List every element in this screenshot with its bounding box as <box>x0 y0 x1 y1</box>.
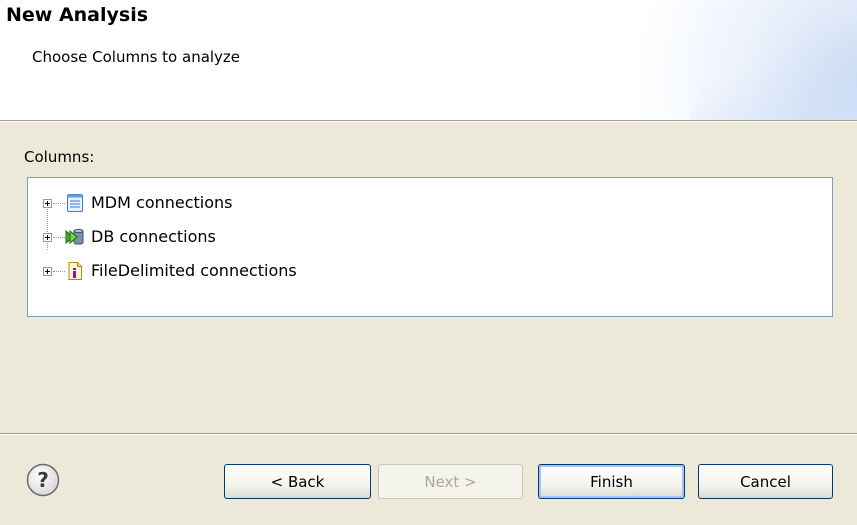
db-connection-icon <box>65 228 84 245</box>
wizard-title: New Analysis <box>6 4 149 26</box>
help-icon[interactable]: ? <box>26 463 60 497</box>
wizard-header: New Analysis Choose Columns to analyze <box>0 0 857 120</box>
tree-item-label: MDM connections <box>91 193 233 212</box>
columns-label: Columns: <box>24 148 95 166</box>
tree-connector <box>53 271 65 272</box>
expand-icon[interactable] <box>43 267 52 276</box>
next-button[interactable]: Next > <box>378 464 523 499</box>
tree-connector <box>53 237 65 238</box>
back-button[interactable]: < Back <box>224 464 371 499</box>
tree-item-label: DB connections <box>91 227 216 246</box>
tree-item-db-connections[interactable]: DB connections <box>28 225 832 255</box>
mdm-connection-icon <box>67 194 83 212</box>
finish-button[interactable]: Finish <box>538 464 685 499</box>
columns-tree[interactable]: MDM connections DB connections FileDelim… <box>27 177 833 317</box>
cancel-button[interactable]: Cancel <box>698 464 833 499</box>
tree-item-mdm-connections[interactable]: MDM connections <box>28 191 832 221</box>
expand-icon[interactable] <box>43 199 52 208</box>
tree-connector <box>53 203 65 204</box>
header-separator-highlight <box>0 121 857 122</box>
footer-separator-highlight <box>0 434 857 435</box>
wizard-subtitle: Choose Columns to analyze <box>32 48 241 66</box>
expand-icon[interactable] <box>43 233 52 242</box>
tree-item-filedelimited-connections[interactable]: FileDelimited connections <box>28 259 832 289</box>
file-delimited-icon <box>68 262 82 280</box>
tree-item-label: FileDelimited connections <box>91 261 297 280</box>
svg-text:?: ? <box>37 468 49 492</box>
